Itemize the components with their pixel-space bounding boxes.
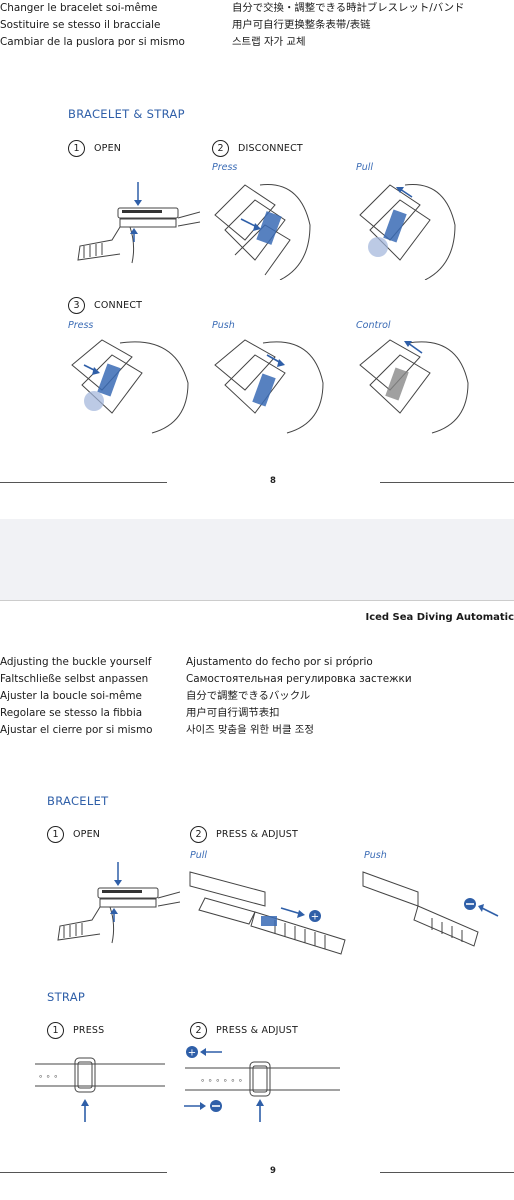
footer-rule-left [0,1172,167,1173]
action-push: Push [364,850,387,861]
action-control: Control [356,320,391,331]
intro-line: Ajuster la boucle soi-même [0,690,142,702]
intro-line: Faltschließe selbst anpassen [0,673,149,685]
step-label: PRESS & ADJUST [216,829,299,840]
bracelet-push-illustration [362,871,499,947]
step-number: 2 [190,1022,207,1039]
step-disconnect: 2 DISCONNECT [212,138,303,157]
step-label: PRESS [73,1025,105,1036]
clasp-open-illustration [77,182,200,264]
arrow-left-icon [481,907,499,917]
intro-languages-left: Adjusting the buckle yourself Faltschlie… [0,654,152,739]
intro-line: Adjusting the buckle yourself [0,656,152,668]
connect-control-illustration [359,339,469,434]
step-open: 1 OPEN [47,824,100,843]
svg-text:∘ ∘ ∘ ∘ ∘ ∘: ∘ ∘ ∘ ∘ ∘ ∘ [200,1076,243,1085]
intro-line: 스트랩 자가 교체 [232,36,306,48]
strap-adjust-illustration: + ∘ ∘ ∘ ∘ ∘ ∘ [184,1046,340,1122]
action-pull: Pull [190,850,208,861]
intro-line: 自分で交換・調整できる時計ブレスレット/バンド [232,2,465,14]
intro-line: 用户可自行更换整条表带/表链 [232,19,371,31]
action-push: Push [212,320,235,331]
intro-line: Changer le bracelet soi-même [0,2,158,14]
step-label: PRESS & ADJUST [216,1025,299,1036]
step-press-adjust: 2 PRESS & ADJUST [190,1020,298,1039]
connect-press-illustration [71,339,189,434]
intro-line: Ajustamento do fecho por si próprio [186,656,373,668]
bracelet-pull-illustration: + [189,871,346,955]
page-number: 8 [270,476,276,486]
step-label: CONNECT [94,300,143,311]
svg-text:+: + [188,1048,196,1059]
action-pull: Pull [356,162,374,173]
section-title-bracelet: BRACELET [47,794,109,808]
disconnect-press-illustration [214,184,311,280]
strap-press-illustration: ∘ ∘ ∘ [35,1057,165,1122]
intro-line: Ajustar el cierre por si mismo [0,724,153,736]
section-title-bracelet-strap: BRACELET & STRAP [68,107,185,121]
page-number: 9 [270,1166,276,1176]
connect-push-illustration [214,339,324,434]
action-press: Press [68,320,94,331]
footer-rule-left [0,482,167,483]
page-top-border [0,600,514,601]
svg-text:∘ ∘ ∘: ∘ ∘ ∘ [38,1072,58,1081]
step-label: OPEN [73,829,101,840]
page-header-title: Iced Sea Diving Automatic [365,612,514,623]
intro-line: Самостоятельная регулировка застежки [186,673,412,685]
step-number: 1 [68,140,85,157]
intro-line: Cambiar de la puslora por si mismo [0,36,185,48]
step-open: 1 OPEN [68,138,121,157]
section-title-strap: STRAP [47,990,86,1004]
intro-line: 用户可自行调节表扣 [186,707,280,719]
step-number: 2 [212,140,229,157]
manual-page-9: Iced Sea Diving Automatic Adjusting the … [0,600,514,1200]
step-number: 2 [190,826,207,843]
arrow-right-icon [280,907,302,915]
intro-line: Sostituire se stesso il bracciale [0,19,161,31]
intro-languages-right: 自分で交換・調整できる時計ブレスレット/バンド 用户可自行更换整条表带/表链 스… [232,0,464,51]
step-press: 1 PRESS [47,1020,104,1039]
disconnect-pull-illustration [359,184,456,280]
intro-line: 사이즈 맞춤을 위한 버클 조정 [186,724,314,736]
action-press: Press [212,162,238,173]
step-number: 1 [47,1022,64,1039]
manual-page-8: Changer le bracelet soi-même Sostituire … [0,0,514,519]
step-number: 1 [47,826,64,843]
step-connect: 3 CONNECT [68,295,142,314]
step-label: DISCONNECT [238,143,303,154]
step-number: 3 [68,297,85,314]
svg-text:+: + [311,912,319,923]
intro-line: 自分で調整できるバックル [186,690,311,702]
intro-languages-left: Changer le bracelet soi-même Sostituire … [0,0,185,51]
intro-line: Regolare se stesso la fibbia [0,707,143,719]
intro-languages-right: Ajustamento do fecho por si próprio Само… [186,654,412,739]
step-label: OPEN [94,143,122,154]
footer-rule-right [380,1172,514,1173]
footer-rule-right [380,482,514,483]
step-press-adjust: 2 PRESS & ADJUST [190,824,298,843]
clasp-open-illustration [57,862,180,944]
